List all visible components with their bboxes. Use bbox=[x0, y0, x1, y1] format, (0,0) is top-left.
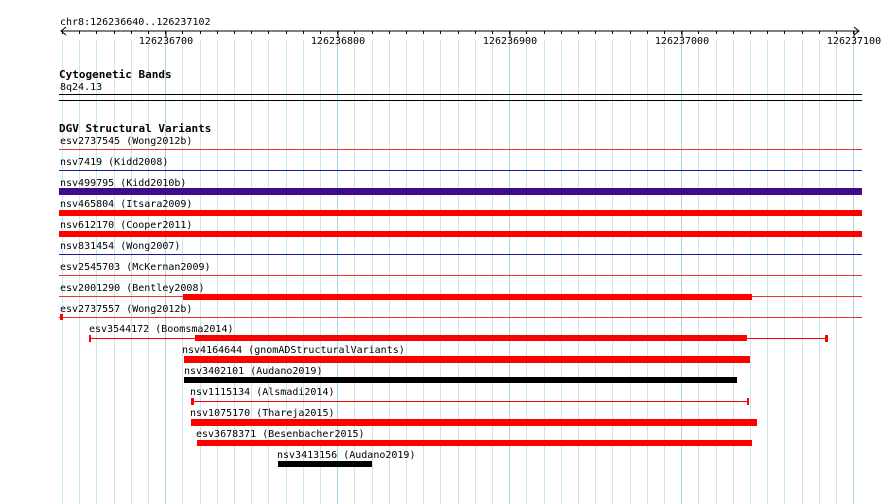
ruler-range-label: chr8:126236640..126237102 bbox=[60, 17, 211, 28]
cytoband-track[interactable]: Cytogenetic Bands 8q24.13 bbox=[59, 68, 862, 101]
cytoband-name: 8q24.13 bbox=[60, 82, 102, 93]
variant-label[interactable]: nsv465804 (Itsara2009) bbox=[60, 199, 192, 210]
dgv-row[interactable]: esv2001290 (Bentley2008) bbox=[59, 283, 862, 300]
variant-bar[interactable] bbox=[183, 294, 752, 300]
variant-label[interactable]: nsv499795 (Kidd2010b) bbox=[60, 178, 186, 189]
variant-label[interactable]: nsv612170 (Cooper2011) bbox=[60, 220, 192, 231]
ruler-tick-label: 126236900 bbox=[483, 36, 537, 47]
variant-bar[interactable] bbox=[195, 335, 747, 341]
ruler[interactable]: chr8:126236640..126237102 126236700 1262… bbox=[60, 17, 881, 47]
variant-bar[interactable] bbox=[60, 314, 63, 320]
variant-bar[interactable] bbox=[59, 231, 862, 237]
variant-label[interactable]: nsv3413156 (Audano2019) bbox=[277, 450, 415, 461]
dgv-feature[interactable]: nsv3413156 (Audano2019) bbox=[277, 450, 415, 467]
variant-label[interactable]: esv3544172 (Boomsma2014) bbox=[89, 324, 234, 335]
ruler-tick-label: 126237000 bbox=[655, 36, 709, 47]
ruler-tick-label: 126236700 bbox=[139, 36, 193, 47]
variant-label[interactable]: nsv4164644 (gnomADStructuralVariants) bbox=[182, 345, 405, 356]
cytoband-track-title: Cytogenetic Bands bbox=[59, 68, 172, 81]
variant-bar[interactable] bbox=[59, 210, 862, 216]
dgv-row[interactable]: esv2545703 (McKernan2009) bbox=[59, 262, 862, 276]
dgv-row[interactable]: nsv465804 (Itsara2009) bbox=[59, 199, 862, 216]
variant-label[interactable]: esv3678371 (Besenbacher2015) bbox=[196, 429, 365, 440]
genome-browser-view: chr8:126236640..126237102 126236700 1262… bbox=[0, 0, 890, 504]
variant-bar[interactable] bbox=[184, 377, 737, 383]
dgv-row[interactable]: nsv612170 (Cooper2011) bbox=[59, 220, 862, 237]
dgv-row[interactable]: nsv499795 (Kidd2010b) bbox=[59, 178, 862, 195]
variant-label[interactable]: esv2737545 (Wong2012b) bbox=[60, 136, 192, 147]
variant-label[interactable]: esv2545703 (McKernan2009) bbox=[60, 262, 211, 273]
dgv-row[interactable]: nsv7419 (Kidd2008) bbox=[59, 157, 862, 171]
variant-bar[interactable] bbox=[191, 419, 757, 426]
variant-label[interactable]: nsv1115134 (Alsmadi2014) bbox=[190, 387, 335, 398]
variant-label[interactable]: nsv831454 (Wong2007) bbox=[60, 241, 180, 252]
variant-end-cap bbox=[825, 335, 828, 342]
ruler-tick-label: 126236800 bbox=[311, 36, 365, 47]
variant-bar[interactable] bbox=[184, 356, 750, 363]
variant-end-cap bbox=[89, 335, 91, 342]
variant-bar[interactable] bbox=[59, 188, 862, 195]
dgv-feature[interactable]: nsv1115134 (Alsmadi2014) bbox=[190, 387, 749, 405]
dgv-feature[interactable]: nsv3402101 (Audano2019) bbox=[184, 366, 737, 383]
variant-label[interactable]: esv2001290 (Bentley2008) bbox=[60, 283, 205, 294]
dgv-feature[interactable]: esv3678371 (Besenbacher2015) bbox=[196, 429, 752, 446]
dgv-row[interactable]: nsv831454 (Wong2007) bbox=[59, 241, 862, 255]
track-canvas: chr8:126236640..126237102 126236700 1262… bbox=[59, 17, 881, 504]
dgv-row[interactable]: esv2737545 (Wong2012b) bbox=[59, 136, 862, 150]
variant-bar[interactable] bbox=[197, 440, 752, 446]
variant-label[interactable]: nsv1075170 (Thareja2015) bbox=[190, 408, 335, 419]
variant-label[interactable]: nsv3402101 (Audano2019) bbox=[184, 366, 322, 377]
variant-end-cap bbox=[747, 398, 749, 405]
dgv-track[interactable]: DGV Structural Variants esv2737545 (Wong… bbox=[59, 122, 862, 467]
dgv-row[interactable]: esv2737557 (Wong2012b) bbox=[59, 304, 862, 320]
variant-end-cap bbox=[191, 398, 194, 405]
variant-bar[interactable] bbox=[278, 461, 372, 467]
ruler-tick-label: 126237100 bbox=[827, 36, 881, 47]
dgv-feature[interactable]: nsv1075170 (Thareja2015) bbox=[190, 408, 757, 426]
variant-label[interactable]: nsv7419 (Kidd2008) bbox=[60, 157, 168, 168]
variant-label[interactable]: esv2737557 (Wong2012b) bbox=[60, 304, 192, 315]
dgv-track-title: DGV Structural Variants bbox=[59, 122, 211, 135]
